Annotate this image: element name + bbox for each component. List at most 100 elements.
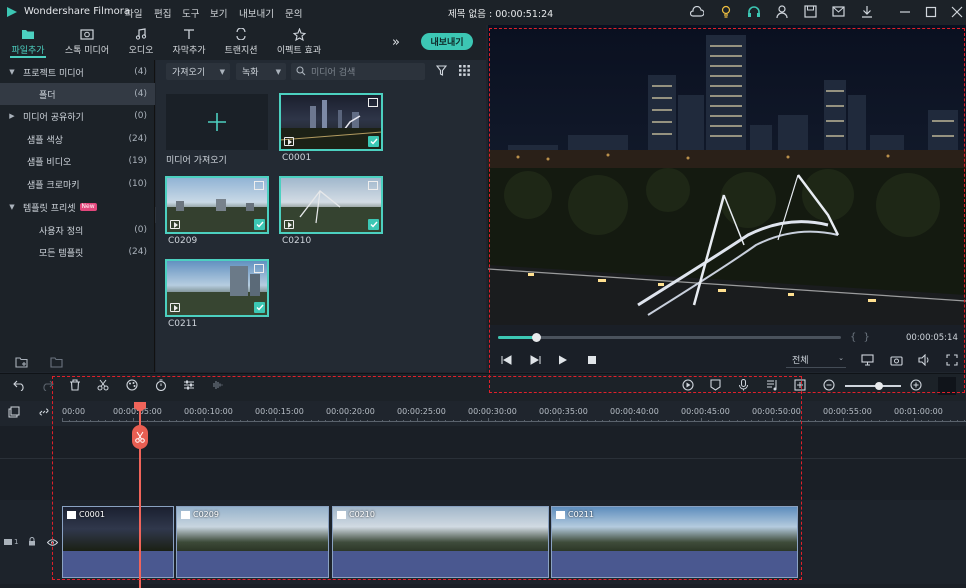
- preview-player[interactable]: [488, 25, 966, 325]
- monitor-icon[interactable]: [861, 354, 874, 366]
- tab-label: 자막추가: [172, 46, 206, 56]
- speed-timer-icon[interactable]: [155, 379, 167, 391]
- marker-shield-icon[interactable]: [710, 379, 721, 391]
- media-item-label: C0210: [282, 236, 312, 246]
- stop-icon[interactable]: [587, 355, 597, 365]
- ruler-tick-label: 00:00:30:00: [468, 407, 517, 416]
- clip-label: C0209: [181, 510, 219, 519]
- import-media-tile[interactable]: [166, 94, 268, 150]
- playhead-knob[interactable]: [531, 333, 541, 342]
- lightbulb-icon[interactable]: [720, 5, 732, 19]
- folder-outline-icon[interactable]: [50, 357, 63, 368]
- media-thumb-c0001[interactable]: [279, 93, 383, 151]
- chevron-down-icon: ▼: [275, 67, 281, 76]
- menu-edit[interactable]: 편집: [154, 6, 171, 20]
- sidebar-item-custom[interactable]: 사용자 정의 (0): [0, 219, 155, 241]
- menu-tools[interactable]: 도구: [182, 6, 199, 20]
- sidebar-item-sample-chroma[interactable]: 샘플 크로마키 (10): [0, 173, 155, 195]
- timeline-clip-c0210[interactable]: C0210: [332, 506, 549, 578]
- chevron-down-icon: ⌄: [838, 354, 844, 362]
- new-folder-icon[interactable]: [15, 357, 28, 368]
- in-out-markers[interactable]: { }: [850, 332, 872, 343]
- adjust-sliders-icon[interactable]: [183, 379, 195, 391]
- zoom-in-icon[interactable]: [910, 379, 922, 391]
- play-frame-icon[interactable]: [530, 355, 541, 365]
- tab-titles[interactable]: 자막추가: [163, 25, 215, 60]
- menu-file[interactable]: 파일: [125, 6, 142, 20]
- zoom-out-icon[interactable]: [823, 379, 835, 391]
- close-icon[interactable]: [951, 6, 963, 18]
- mail-icon[interactable]: [832, 6, 845, 17]
- scissors-icon: [135, 431, 145, 443]
- lock-icon[interactable]: [28, 537, 36, 546]
- playback-progress-bar[interactable]: [498, 336, 841, 339]
- menu-export[interactable]: 내보내기: [239, 6, 274, 20]
- sidebar-item-template-presets[interactable]: ▼ 템플릿 프리셋 New: [0, 196, 155, 218]
- zoom-slider[interactable]: [845, 385, 901, 387]
- fullscreen-icon[interactable]: [946, 354, 958, 366]
- play-icon[interactable]: [558, 355, 568, 365]
- menu-view[interactable]: 보기: [210, 6, 227, 20]
- cloud-icon[interactable]: [690, 6, 704, 18]
- track-video-icon: [4, 539, 12, 545]
- delete-icon[interactable]: [69, 379, 81, 391]
- timeline-settings-icon[interactable]: [938, 377, 956, 395]
- timeline-clip-c0001[interactable]: C0001: [62, 506, 174, 578]
- clip-name: C0001: [79, 510, 105, 519]
- sidebar-item-all-templates[interactable]: 모든 템플릿 (24): [0, 241, 155, 263]
- media-thumb-c0211[interactable]: [165, 259, 269, 317]
- menu-help[interactable]: 문의: [285, 6, 302, 20]
- record-dropdown[interactable]: 녹화 ▼: [236, 63, 286, 80]
- quality-dropdown[interactable]: 전체 ⌄: [786, 353, 846, 368]
- sidebar-item-project-media[interactable]: ▼ 프로젝트 미디어 (4): [0, 61, 155, 83]
- sidebar-item-shared-media[interactable]: ▶ 미디어 공유하기 (0): [0, 105, 155, 127]
- tab-effects[interactable]: 이펙트 효과: [270, 25, 328, 60]
- skip-back-icon[interactable]: [501, 355, 512, 365]
- audio-waveform-icon[interactable]: [211, 379, 223, 391]
- media-search-input[interactable]: 미디어 검색: [291, 63, 425, 80]
- folder-icon: [2, 28, 54, 42]
- import-dropdown[interactable]: 가져오기 ▼: [166, 63, 230, 80]
- media-thumb-c0209[interactable]: [165, 176, 269, 234]
- filter-icon[interactable]: [436, 65, 447, 76]
- tab-import[interactable]: 파일추가: [2, 25, 54, 60]
- eye-icon[interactable]: [47, 539, 58, 546]
- tab-transitions[interactable]: 트랜지션: [215, 25, 267, 60]
- new-badge: New: [79, 203, 97, 211]
- account-icon[interactable]: [776, 5, 788, 19]
- save-icon[interactable]: [804, 5, 817, 18]
- zoom-slider-knob[interactable]: [875, 382, 883, 390]
- timeline-clip-c0209[interactable]: C0209: [176, 506, 329, 578]
- undo-icon[interactable]: [13, 379, 26, 391]
- export-button[interactable]: 내보내기: [421, 33, 473, 50]
- render-preview-icon[interactable]: [682, 379, 694, 391]
- grid-view-icon[interactable]: [459, 65, 470, 76]
- more-tabs-icon[interactable]: »: [392, 35, 400, 50]
- sidebar-item-sample-colors[interactable]: 샘플 색상 (24): [0, 128, 155, 150]
- sidebar-item-sample-videos[interactable]: 샘플 비디오 (19): [0, 150, 155, 172]
- split-scissors-button[interactable]: [132, 425, 148, 449]
- tab-audio[interactable]: 오디오: [115, 25, 167, 60]
- minimize-icon[interactable]: [899, 6, 911, 18]
- media-thumb-c0210[interactable]: [279, 176, 383, 234]
- link-icon[interactable]: [38, 406, 50, 418]
- add-track-icon[interactable]: [8, 406, 20, 418]
- snapshot-frame-icon[interactable]: [794, 379, 806, 391]
- sidebar-item-folder[interactable]: 폴더 (4): [0, 83, 155, 105]
- timeline-clip-c0211[interactable]: C0211: [551, 506, 798, 578]
- tab-stock-media[interactable]: 스톡 미디어: [58, 25, 116, 60]
- app-name: Wondershare Filmora: [24, 6, 130, 17]
- sidebar-item-label: 미디어 공유하기: [23, 112, 84, 123]
- ruler-tick-label: 00:00:25:00: [397, 407, 446, 416]
- voiceover-list-icon[interactable]: [766, 379, 778, 391]
- microphone-icon[interactable]: [738, 379, 749, 391]
- color-palette-icon[interactable]: [126, 379, 138, 391]
- scissors-icon[interactable]: [97, 379, 109, 391]
- volume-icon[interactable]: [918, 354, 931, 366]
- tab-label: 트랜지션: [224, 46, 258, 56]
- redo-icon[interactable]: [41, 379, 54, 391]
- headset-icon[interactable]: [747, 5, 761, 19]
- download-icon[interactable]: [861, 5, 873, 18]
- maximize-icon[interactable]: [925, 6, 937, 18]
- snapshot-camera-icon[interactable]: [890, 354, 903, 366]
